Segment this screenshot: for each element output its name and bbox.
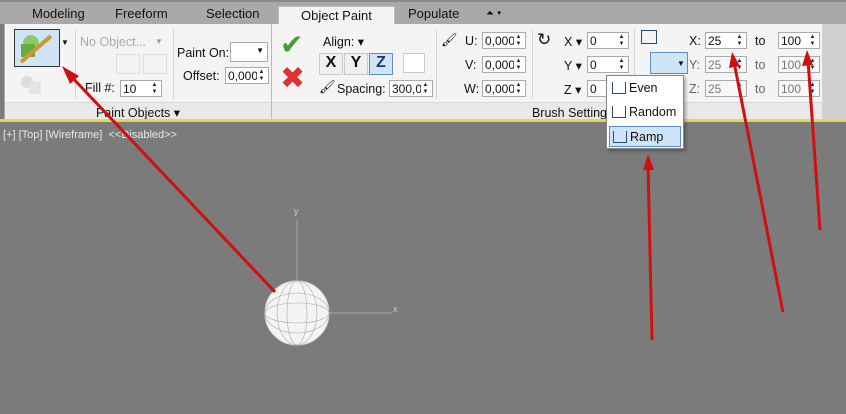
menu-item-random[interactable]: Random: [609, 102, 681, 123]
axis-y-label: y: [294, 206, 299, 216]
menu-item-ramp[interactable]: Ramp: [609, 126, 681, 147]
menu-item-even[interactable]: Even: [609, 78, 681, 99]
scale-random-icon: [612, 106, 626, 118]
annotation-arrows: [62, 50, 822, 341]
axis-x-label: x: [393, 304, 398, 314]
scale-ramp-icon: [613, 131, 627, 143]
viewport-scene: [62, 50, 822, 346]
scale-mode-menu: Even Random Ramp: [606, 75, 684, 149]
scale-even-icon: [612, 82, 626, 94]
